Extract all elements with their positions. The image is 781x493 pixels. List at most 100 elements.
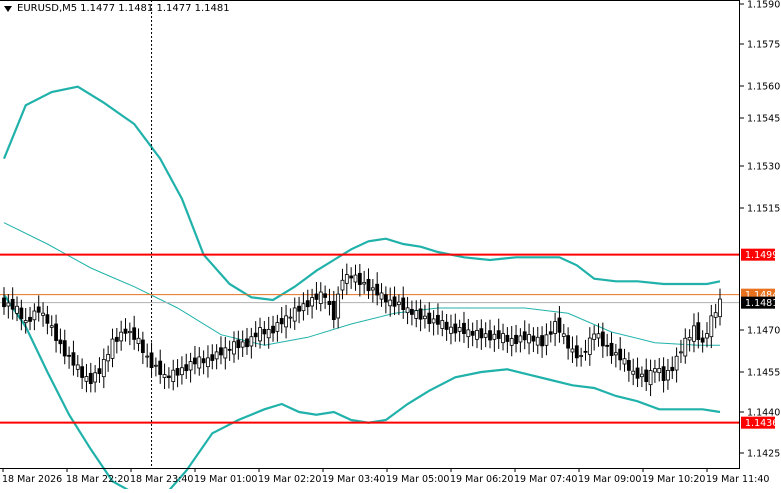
candle (145, 343, 150, 368)
candle (271, 315, 275, 342)
candle (483, 322, 488, 348)
candle (19, 299, 24, 331)
candle (262, 321, 267, 346)
candle-body-bullish (23, 320, 28, 324)
candle (470, 322, 475, 347)
price-chart[interactable]: 1.1590 1.1575 1.1560 1.1545 1.1530 1.1515 1.14… (0, 0, 781, 493)
candle (548, 320, 553, 343)
candle-body-bearish (605, 344, 610, 347)
candle-body-bullish (240, 341, 245, 348)
candle-body-bearish (58, 339, 63, 345)
candle (583, 339, 588, 361)
candle (379, 283, 384, 307)
candle-body-bullish (275, 322, 280, 332)
price-tick-label: 1.1560 (747, 82, 780, 93)
time-axis[interactable]: 18 Mar 2026 18 Mar 22:20 18 Mar 23:40 19 Ma… (2, 468, 769, 485)
candle (297, 296, 301, 324)
time-tick-label: 19 Mar 10:20 (642, 474, 705, 485)
symbol-header[interactable]: EURUSD,M5 1.1477 1.1481 1.1477 1.1481 (4, 3, 230, 14)
candle-body-bullish (396, 301, 401, 306)
candle-body-bullish (284, 315, 288, 328)
candle (62, 329, 67, 365)
support-price-label: 1.1436 (741, 416, 778, 429)
candle (219, 336, 223, 365)
candle (284, 304, 288, 339)
candle-body-bullish (318, 291, 323, 304)
candle-body-bearish (71, 352, 76, 366)
candle-body-bullish (527, 334, 531, 344)
candle (318, 282, 323, 312)
candle-body-bullish (84, 376, 89, 382)
price-tick-label: 1.1515 (747, 204, 780, 215)
candle (201, 350, 206, 375)
candle (232, 331, 236, 363)
current-price-label: 1.1481 (741, 296, 778, 309)
candle (28, 306, 32, 331)
candle-body-bearish (496, 330, 501, 339)
time-tick-label: 19 Mar 02:20 (258, 474, 321, 485)
candle (527, 323, 531, 355)
candle (97, 357, 102, 383)
candle-body-bullish (692, 325, 696, 342)
chart-canvas[interactable]: 1.1590 1.1575 1.1560 1.1545 1.1530 1.1515 1.14… (0, 0, 781, 493)
candle-body-bearish (401, 297, 406, 310)
candle (657, 358, 662, 382)
candle-body-bullish (648, 370, 653, 386)
candle-body-bullish (674, 355, 679, 371)
candle-body-bearish (175, 368, 180, 376)
candle (475, 320, 479, 349)
candle-body-bearish (609, 342, 614, 356)
candle (674, 347, 679, 383)
candle (609, 332, 614, 364)
candle-body-bearish (227, 348, 232, 351)
candle-body-bearish (193, 357, 197, 365)
candle (705, 322, 709, 348)
candle (127, 322, 132, 346)
level-price-labels: 1.14991.14361.14841.1481 (741, 248, 778, 429)
resistance-price-label-text: 1.1499 (745, 250, 778, 261)
candle (10, 287, 15, 320)
candle (618, 337, 623, 371)
candle (149, 342, 154, 377)
candle-body-bullish (718, 298, 722, 318)
candle (613, 343, 618, 368)
candle (67, 346, 71, 369)
candle (535, 326, 540, 354)
price-axis[interactable]: 1.1590 1.1575 1.1560 1.1545 1.1530 1.1515 1.14… (740, 0, 780, 460)
candle-body-bullish (653, 368, 657, 373)
candle-body-bearish (427, 312, 432, 324)
candle (466, 318, 471, 349)
candle-body-bullish (379, 292, 384, 300)
candle (236, 330, 241, 360)
candle (132, 315, 137, 350)
price-tick-label: 1.1575 (747, 40, 780, 51)
candle-body-bearish (366, 278, 371, 292)
dropdown-triangle-icon[interactable] (4, 5, 12, 12)
candle-body-bearish (158, 360, 163, 375)
candle (288, 308, 293, 329)
candle (626, 352, 631, 382)
candle (544, 323, 549, 356)
candle-body-bearish (88, 372, 93, 385)
candle (123, 318, 128, 342)
candle (114, 328, 119, 354)
candle-body-bearish (618, 348, 623, 361)
candle (162, 363, 167, 390)
candle (370, 279, 375, 303)
candle (462, 311, 466, 343)
candle-body-bullish (41, 312, 45, 316)
bollinger-bands (2, 85, 721, 493)
time-tick-label: 19 Mar 03:40 (322, 474, 385, 485)
candle-body-bearish (505, 334, 510, 342)
candle (362, 270, 367, 294)
candle-body-bullish (336, 293, 341, 319)
candle-body-bullish (666, 369, 670, 381)
candle-body-bullish (49, 325, 54, 328)
candle-body-bullish (353, 274, 358, 283)
candle (110, 328, 115, 368)
candle (80, 358, 85, 389)
candle-body-bullish (592, 333, 597, 340)
candlesticks (2, 263, 722, 397)
candle-body-bearish (470, 330, 475, 336)
candle-body-bearish (323, 293, 328, 298)
